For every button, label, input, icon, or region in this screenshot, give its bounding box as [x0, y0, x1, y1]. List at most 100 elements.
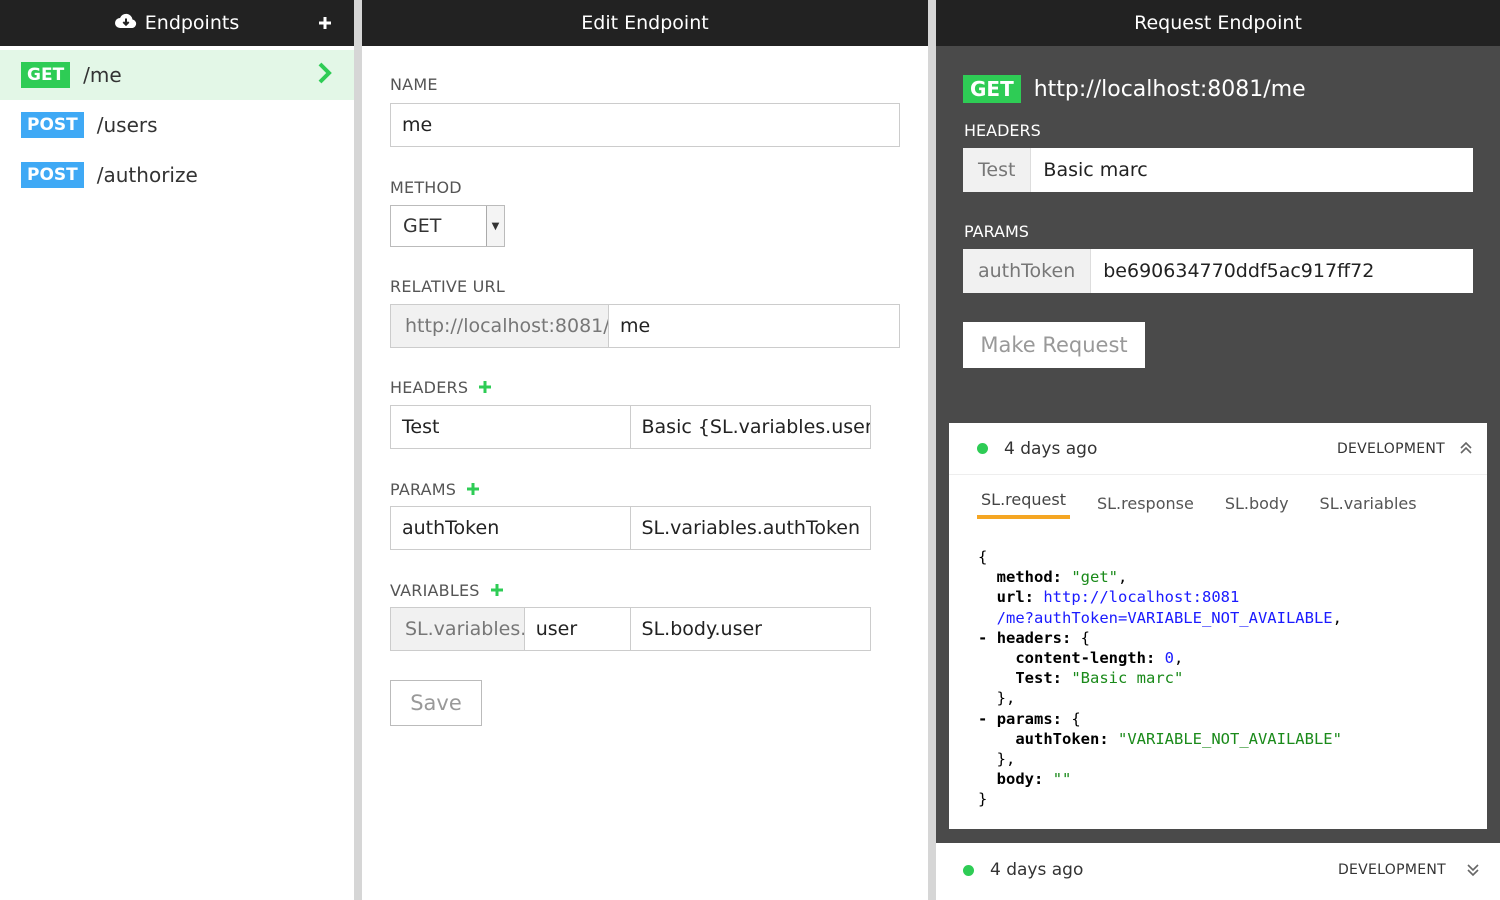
header-key-input[interactable]: Test	[391, 406, 631, 448]
variable-prefix: SL.variables.	[391, 608, 525, 650]
json-string: ""	[1052, 770, 1072, 789]
request-endpoint-title: Request Endpoint	[1134, 12, 1302, 34]
request-url: http://localhost:8081/me	[1033, 76, 1306, 102]
relative-url-label: RELATIVE URL	[390, 276, 505, 296]
method-select-value: GET	[403, 215, 442, 237]
json-url[interactable]: http://localhost:8081	[1043, 588, 1239, 606]
headers-label: HEADERS	[390, 377, 928, 397]
json-close: }	[978, 790, 988, 809]
pane-divider[interactable]	[928, 0, 936, 900]
make-request-button[interactable]: Make Request	[963, 322, 1145, 368]
status-dot-icon	[977, 443, 988, 454]
variable-value-input[interactable]: SL.body.user	[631, 608, 870, 650]
tab-sl-body[interactable]: SL.body	[1221, 494, 1293, 519]
history-env: DEVELOPMENT	[1337, 862, 1446, 878]
request-header-row: Test Basic marc	[963, 148, 1473, 192]
json-key: authToken:	[1015, 729, 1109, 748]
base-url-prefix: http://localhost:8081/	[391, 305, 609, 347]
tab-sl-variables[interactable]: SL.variables	[1316, 494, 1421, 519]
edit-endpoint-header: Edit Endpoint	[362, 0, 928, 46]
method-select[interactable]: GET ▼	[390, 205, 505, 247]
method-badge: POST	[21, 112, 84, 138]
history-env: DEVELOPMENT	[1336, 440, 1445, 457]
json-key: body:	[996, 770, 1044, 789]
endpoint-item-me[interactable]: GET /me	[0, 50, 354, 100]
request-param-row: authToken be690634770ddf5ac917ff72	[963, 249, 1473, 293]
chevron-right-icon	[318, 62, 332, 88]
method-label: METHOD	[390, 177, 462, 197]
history-tabs: SL.request SL.response SL.body SL.variab…	[949, 475, 1487, 519]
history-card: 4 days ago DEVELOPMENT SL.request SL.res…	[949, 423, 1487, 829]
relative-url-input[interactable]: me	[609, 305, 650, 347]
json-key: url:	[996, 588, 1034, 607]
request-endpoint-header: Request Endpoint	[936, 0, 1500, 46]
history-time: 4 days ago	[1004, 438, 1098, 459]
json-string: "VARIABLE_NOT_AVAILABLE"	[1118, 729, 1342, 748]
endpoint-path: /me	[83, 63, 122, 87]
param-row: authToken SL.variables.authToken	[390, 506, 871, 550]
chevron-double-down-icon[interactable]	[1466, 862, 1480, 881]
method-badge: GET	[21, 62, 71, 88]
collapse-toggle[interactable]: -	[978, 710, 987, 728]
pane-divider[interactable]	[354, 0, 362, 900]
cloud-icon	[114, 12, 137, 34]
name-field[interactable]: me	[390, 103, 900, 147]
save-button[interactable]: Save	[390, 680, 482, 726]
json-string: "Basic marc"	[1071, 669, 1184, 688]
add-endpoint-button[interactable]	[318, 11, 332, 36]
edit-endpoint-pane: Edit Endpoint NAME me METHOD GET ▼ RELAT…	[362, 0, 928, 900]
add-variable-icon[interactable]	[490, 578, 504, 602]
history-card-header[interactable]: 4 days ago DEVELOPMENT	[949, 423, 1487, 475]
param-value-input[interactable]: SL.variables.authToken	[631, 507, 871, 549]
variables-label: VARIABLES	[390, 580, 928, 600]
tab-sl-response[interactable]: SL.response	[1093, 494, 1198, 519]
endpoint-path: /users	[96, 113, 158, 137]
request-header-key: Test	[963, 148, 1032, 192]
request-line: GET http://localhost:8081/me	[963, 73, 1500, 105]
history-time: 4 days ago	[990, 860, 1084, 880]
name-label: NAME	[390, 74, 438, 94]
json-open: {	[978, 548, 988, 566]
endpoints-pane: Endpoints GET /me POST /users POST /auth…	[0, 0, 354, 900]
plus-icon	[319, 17, 331, 29]
add-param-icon[interactable]	[466, 477, 480, 501]
param-key-input[interactable]: authToken	[391, 507, 631, 549]
params-label: PARAMS	[390, 479, 928, 499]
endpoints-title: Endpoints	[144, 12, 240, 34]
json-key: headers:	[996, 628, 1072, 647]
method-badge: POST	[21, 162, 84, 188]
add-header-icon[interactable]	[478, 375, 492, 399]
name-input[interactable]: me	[391, 104, 432, 146]
endpoint-path: /authorize	[96, 163, 198, 187]
history-card-header[interactable]: 4 days ago DEVELOPMENT	[936, 843, 1500, 897]
status-dot-icon	[963, 864, 974, 876]
header-row: Test Basic {SL.variables.usern	[390, 405, 871, 449]
json-key: content-length:	[1015, 649, 1156, 668]
headers-label-text: HEADERS	[390, 377, 469, 397]
variable-name-input[interactable]: user	[525, 608, 631, 650]
json-string: "get"	[1071, 568, 1119, 587]
endpoints-header: Endpoints	[0, 0, 354, 46]
json-url[interactable]: /me?authToken=VARIABLE_NOT_AVAILABLE	[997, 609, 1333, 627]
endpoint-item-authorize[interactable]: POST /authorize	[0, 150, 354, 200]
variable-row: SL.variables. user SL.body.user	[390, 607, 871, 651]
select-arrow-icon: ▼	[486, 206, 504, 246]
params-label-text: PARAMS	[390, 479, 457, 499]
request-method-badge: GET	[963, 75, 1021, 103]
request-params-label: PARAMS	[964, 221, 1029, 241]
request-param-value[interactable]: be690634770ddf5ac917ff72	[1091, 260, 1374, 282]
variables-label-text: VARIABLES	[390, 580, 480, 600]
request-json-view: { method: "get", url: http://localhost:8…	[978, 548, 1342, 809]
endpoint-item-users[interactable]: POST /users	[0, 100, 354, 150]
collapse-toggle[interactable]: -	[978, 629, 987, 647]
request-header-value[interactable]: Basic marc	[1031, 159, 1147, 181]
tab-sl-request[interactable]: SL.request	[977, 490, 1070, 519]
edit-endpoint-title: Edit Endpoint	[581, 12, 709, 34]
header-value-input[interactable]: Basic {SL.variables.usern	[631, 406, 871, 448]
chevron-double-up-icon[interactable]	[1459, 440, 1473, 459]
json-key: params:	[996, 709, 1063, 728]
request-param-key: authToken	[963, 249, 1092, 293]
request-endpoint-pane: Request Endpoint GET http://localhost:80…	[936, 0, 1500, 900]
relative-url-field[interactable]: http://localhost:8081/ me	[390, 304, 900, 348]
history-card: 4 days ago DEVELOPMENT	[936, 843, 1500, 900]
